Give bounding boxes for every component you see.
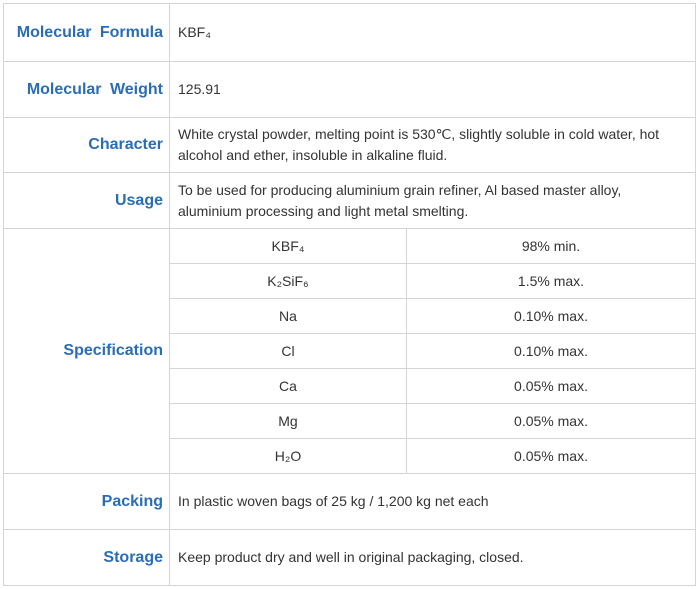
- packing-value: In plastic woven bags of 25 kg / 1,200 k…: [169, 473, 696, 530]
- specification-label: Specification: [63, 342, 163, 359]
- molecular-formula-label: Molecular Formula: [16, 23, 163, 41]
- row-packing: Packing In plastic woven bags of 25 kg /…: [3, 473, 696, 530]
- spec-row: KBF₄ 98% min.: [170, 229, 695, 264]
- spec-component: Ca: [170, 368, 407, 404]
- usage-label: Usage: [114, 191, 163, 209]
- spec-limit: 98% min.: [406, 229, 695, 264]
- packing-label: Packing: [101, 492, 163, 510]
- storage-value: Keep product dry and well in original pa…: [169, 529, 696, 586]
- spec-limit: 0.05% max.: [514, 448, 588, 464]
- spec-component: KBF₄: [170, 229, 407, 264]
- row-usage: Usage To be used for producing aluminium…: [3, 172, 696, 229]
- row-molecular-formula: Molecular Formula KBF₄: [3, 3, 696, 62]
- product-spec-table: Molecular Formula KBF₄ Molecular Weight …: [3, 3, 696, 586]
- molecular-weight-label: Molecular Weight: [26, 80, 163, 98]
- spec-component: Na: [170, 298, 407, 334]
- spec-component: H₂O: [170, 438, 407, 473]
- row-storage: Storage Keep product dry and well in ori…: [3, 529, 696, 586]
- molecular-weight-value: 125.91: [169, 61, 696, 118]
- storage-label: Storage: [103, 548, 163, 566]
- spec-component: Cl: [170, 333, 407, 369]
- row-molecular-weight: Molecular Weight 125.91: [3, 61, 696, 118]
- spec-component: Mg: [170, 403, 407, 439]
- spec-component: K₂SiF₆: [170, 263, 407, 299]
- character-label: Character: [88, 136, 163, 153]
- spec-limit: 0.10% max.: [406, 298, 695, 334]
- spec-row: Ca 0.05% max.: [170, 368, 695, 404]
- usage-value: To be used for producing aluminium grain…: [169, 172, 696, 229]
- spec-row: Cl 0.10% max.: [170, 333, 695, 369]
- specification-subtable: KBF₄ 98% min. K₂SiF₆ 1.5% max. Na 0.10% max. C…: [170, 229, 695, 473]
- spec-limit: 0.10% max.: [406, 333, 695, 369]
- row-specification: Specification KBF₄ 98% min. K₂SiF₆ 1.5% max…: [3, 228, 696, 474]
- character-value: White crystal powder, melting point is 5…: [169, 117, 696, 173]
- spec-limit: 1.5% max.: [406, 263, 695, 299]
- spec-limit: 0.05% max.: [406, 368, 695, 404]
- spec-row: Mg 0.05% max.: [170, 403, 695, 439]
- spec-row: K₂SiF₆ 1.5% max.: [170, 263, 695, 299]
- spec-row: Na 0.10% max.: [170, 298, 695, 334]
- spec-row: H₂O 0.05% max.: [170, 438, 695, 473]
- row-character: Character White crystal powder, melting …: [3, 117, 696, 173]
- molecular-formula-value: KBF₄: [169, 3, 696, 62]
- spec-limit: 0.05% max.: [406, 403, 695, 439]
